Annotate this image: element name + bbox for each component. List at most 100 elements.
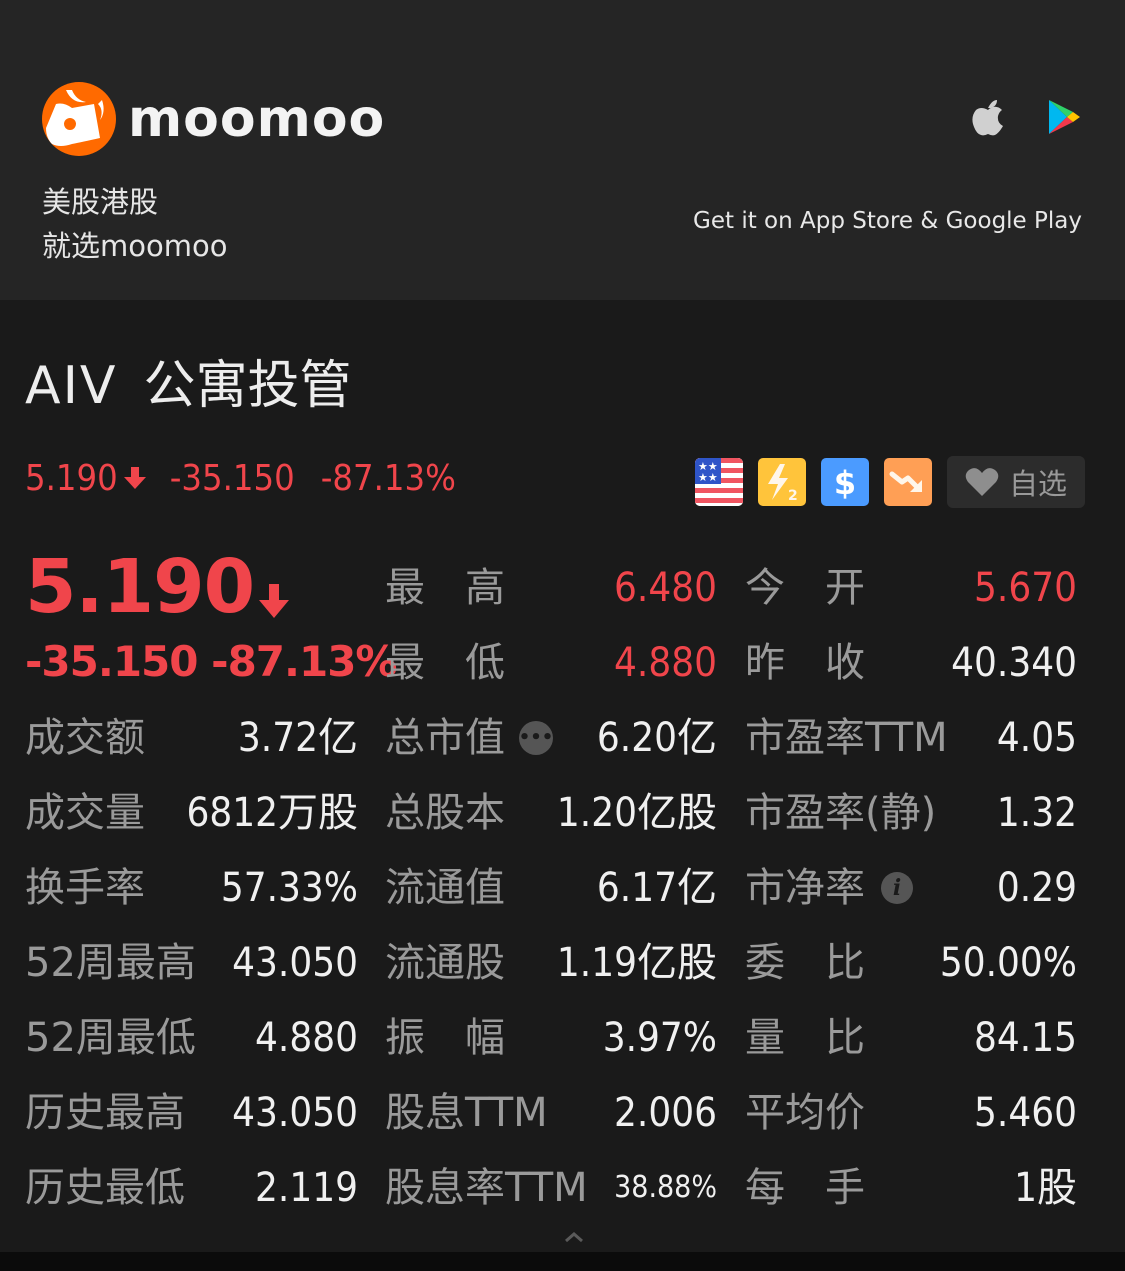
stat-52w-high: 52周最高 43.050 [25, 938, 358, 988]
stat-label: 市净率 [745, 865, 865, 911]
stat-pb: 市净率 i 0.29 [745, 863, 1077, 913]
svg-text:★★: ★★ [698, 471, 718, 484]
brand-name: moomoo [128, 89, 386, 149]
stat-avg-price: 平均价 5.460 [745, 1088, 1077, 1138]
summary-change-pct: -87.13% [320, 458, 456, 499]
stat-label: 市盈率(静) [745, 790, 937, 836]
stat-label: 股息TTM [385, 1090, 548, 1136]
stat-label: 最 高 [385, 565, 505, 611]
stock-title: AIV 公寓投管 [25, 354, 352, 418]
stat-label: 流通值 [385, 865, 505, 911]
stat-dividend-yield-ttm: 股息率TTM 38.88% [385, 1163, 717, 1213]
apple-icon[interactable] [971, 98, 1005, 136]
moomoo-bull-icon [42, 82, 116, 156]
watchlist-label: 自选 [1008, 467, 1067, 501]
price-change-pct: -87.13% [211, 637, 397, 686]
slogan: 美股港股 就选moomoo [42, 180, 227, 268]
stat-value: 2.006 [614, 1090, 717, 1136]
down-arrow-icon [123, 466, 146, 489]
stat-value: 0.29 [996, 865, 1077, 911]
stat-all-time-low: 历史最低 2.119 [25, 1163, 358, 1213]
stat-value: 1股 [1014, 1165, 1077, 1211]
stat-label: 历史最高 [25, 1090, 185, 1136]
stat-label: 52周最低 [25, 1015, 196, 1061]
stat-value: 38.88% [614, 1170, 717, 1205]
stat-value: 6.480 [614, 565, 717, 611]
current-price: 5.190 [25, 550, 290, 624]
stock-tags: ★★ ★★ 2 $ 自选 [695, 456, 1085, 508]
stat-value: 6.20亿 [596, 715, 717, 761]
stat-label: 振 幅 [385, 1015, 505, 1061]
downtrend-icon[interactable] [884, 458, 932, 506]
stock-name: 公寓投管 [143, 356, 352, 416]
stat-bid-ask-ratio: 委 比 50.00% [745, 938, 1077, 988]
stat-label: 历史最低 [25, 1165, 185, 1211]
stat-open: 今 开 5.670 [745, 563, 1077, 613]
stat-volume-ratio: 量 比 84.15 [745, 1013, 1077, 1063]
stat-label: 股息率TTM [385, 1165, 588, 1211]
stat-label: 市盈率TTM [745, 715, 948, 761]
current-price-value: 5.190 [25, 544, 255, 630]
stat-value: 1.20亿股 [556, 790, 717, 836]
lightning-level2-icon[interactable]: 2 [758, 458, 806, 506]
slogan-line-1: 美股港股 [42, 185, 159, 219]
stat-label: 委 比 [745, 940, 865, 986]
stat-value: 3.72亿 [237, 715, 358, 761]
slogan-line-2: 就选moomoo [42, 229, 228, 263]
stat-label: 量 比 [745, 1015, 865, 1061]
stat-value: 3.97% [602, 1015, 717, 1061]
stat-label: 平均价 [745, 1090, 865, 1136]
stock-code: AIV [25, 356, 118, 416]
moomoo-logo[interactable]: moomoo [42, 82, 385, 156]
stat-label: 52周最高 [25, 940, 196, 986]
stat-turnover: 成交额 3.72亿 [25, 713, 358, 763]
us-flag-icon[interactable]: ★★ ★★ [695, 458, 743, 506]
stat-value: 4.880 [255, 1015, 358, 1061]
google-play-icon[interactable] [1047, 98, 1081, 136]
stat-value: 5.460 [974, 1090, 1077, 1136]
stat-float-cap: 流通值 6.17亿 [385, 863, 717, 913]
stat-label: 总市值 [385, 715, 505, 761]
stat-lot-size: 每 手 1股 [745, 1163, 1077, 1213]
price-summary: 5.190 -35.150 -87.13% [25, 458, 456, 499]
stat-value: 1.19亿股 [556, 940, 717, 986]
stat-52w-low: 52周最低 4.880 [25, 1013, 358, 1063]
add-to-watchlist-button[interactable]: 自选 [947, 456, 1085, 508]
dollar-icon[interactable]: $ [821, 458, 869, 506]
more-icon[interactable]: ••• [519, 721, 553, 755]
app-download-banner: moomoo 美股港股 就选moomoo Get it on App Store… [0, 0, 1125, 300]
summary-change: -35.150 [169, 458, 295, 499]
stat-value: 4.880 [614, 640, 717, 686]
stat-total-shares: 总股本 1.20亿股 [385, 788, 717, 838]
stat-turnover-rate: 换手率 57.33% [25, 863, 358, 913]
price-change-value: -35.150 [25, 637, 199, 686]
stat-value: 43.050 [232, 1090, 358, 1136]
stat-label: 每 手 [745, 1165, 865, 1211]
stat-value: 84.15 [974, 1015, 1077, 1061]
stat-label: 成交额 [25, 715, 145, 761]
stat-value: 50.00% [939, 940, 1077, 986]
stat-prev-close: 昨 收 40.340 [745, 638, 1077, 688]
stat-all-time-high: 历史最高 43.050 [25, 1088, 358, 1138]
stat-value: 6.17亿 [596, 865, 717, 911]
stat-high: 最 高 6.480 [385, 563, 717, 613]
heart-icon [965, 468, 999, 496]
down-arrow-icon [259, 584, 290, 618]
stat-label: 流通股 [385, 940, 505, 986]
summary-price: 5.190 [25, 458, 118, 499]
stat-value: 5.670 [974, 565, 1077, 611]
stat-label: 成交量 [25, 790, 145, 836]
stat-pe-static: 市盈率(静) 1.32 [745, 788, 1077, 838]
stat-value: 4.05 [996, 715, 1077, 761]
stat-market-cap: 总市值 ••• 6.20亿 [385, 713, 717, 763]
svg-text:$: $ [834, 464, 856, 502]
info-icon[interactable]: i [881, 872, 913, 904]
stat-label: 今 开 [745, 565, 865, 611]
stat-value: 43.050 [232, 940, 358, 986]
store-links [971, 98, 1081, 136]
stat-float-shares: 流通股 1.19亿股 [385, 938, 717, 988]
store-download-text[interactable]: Get it on App Store & Google Play [693, 208, 1082, 234]
collapse-chevron-icon[interactable] [563, 1230, 585, 1244]
price-change: -35.150 -87.13% [25, 637, 398, 686]
stat-value: 57.33% [220, 865, 358, 911]
